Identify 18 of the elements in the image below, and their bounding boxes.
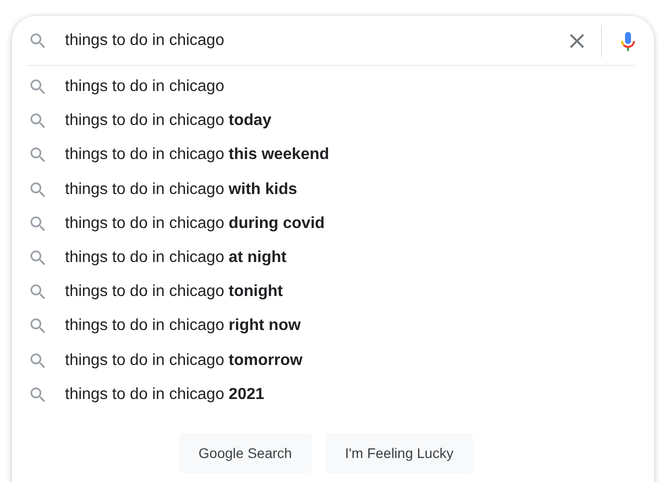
search-button[interactable]: Google Search (178, 432, 312, 473)
search-icon (28, 350, 48, 371)
suggestion-item[interactable]: things to do in chicago during covid (65, 214, 325, 233)
suggestion-item[interactable]: things to do in chicago with kids (65, 180, 298, 199)
search-button[interactable]: I'm Feeling Lucky (324, 432, 474, 473)
suggestion-item[interactable]: things to do in chicago at night (65, 249, 286, 268)
suggestion-item[interactable]: things to do in chicago 2021 (65, 386, 264, 404)
suggestion-item[interactable]: things to do in chicago this weekend (65, 146, 330, 164)
search-icon (28, 30, 48, 50)
search-icon (28, 214, 48, 234)
search-icon (28, 384, 48, 405)
suggestion-item[interactable]: things to do in chicago right now (65, 317, 301, 336)
search-field[interactable]: things to do in chicago (65, 32, 565, 50)
suggestion-item[interactable]: things to do in chicago (65, 78, 224, 96)
suggestion-item[interactable]: things to do in chicago tonight (65, 283, 283, 302)
suggestion-item[interactable]: things to do in chicago today (65, 112, 272, 130)
search-icon (28, 180, 48, 200)
suggestion-item[interactable]: things to do in chicago tomorrow (65, 352, 302, 370)
